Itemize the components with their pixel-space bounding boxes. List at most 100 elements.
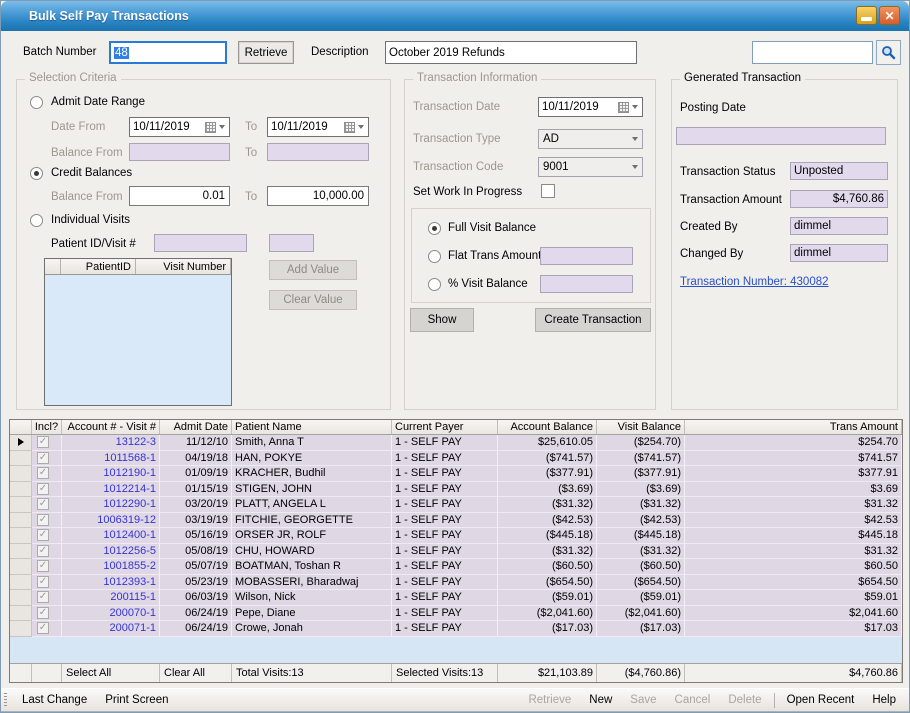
credit-balance-from-field[interactable]: 0.01 [129, 186, 230, 206]
account-visit-link[interactable]: 1012290-1 [62, 497, 160, 513]
transaction-number-link[interactable]: Transaction Number: 430082 [680, 276, 829, 288]
account-visit-link[interactable]: 200071-1 [62, 621, 160, 637]
date-from-field[interactable]: 10/11/2019 [129, 117, 230, 137]
account-visit-link[interactable]: 1012393-1 [62, 575, 160, 591]
table-row[interactable]: ✓1006319-1203/19/19FITCHIE, GEORGETTE1 -… [10, 513, 902, 529]
account-balance-cell: ($741.57) [498, 451, 597, 467]
table-row[interactable]: ✓200071-106/24/19Crowe, Jonah1 - SELF PA… [10, 621, 902, 637]
account-balance-cell: $25,610.05 [498, 435, 597, 451]
row-selector[interactable] [10, 497, 32, 513]
credit-balance-to-field[interactable]: 10,000.00 [267, 186, 369, 206]
table-row[interactable]: ✓1012290-103/20/19PLATT, ANGELA L1 - SEL… [10, 497, 902, 513]
toolbar-item-new[interactable]: New [580, 694, 621, 706]
description-input[interactable]: October 2019 Refunds [385, 41, 637, 64]
minimize-button[interactable] [856, 6, 877, 25]
row-selector[interactable] [10, 590, 32, 606]
flat-trans-amount-radio[interactable] [428, 250, 441, 263]
incl-checkbox[interactable]: ✓ [37, 607, 49, 619]
trans-amount-cell: $3.69 [685, 482, 902, 498]
table-row[interactable]: ✓1012393-105/23/19MOBASSERI, Bharadwaj1 … [10, 575, 902, 591]
account-balance-column-header[interactable]: Account Balance [498, 420, 597, 434]
account-visit-link[interactable]: 1012190-1 [62, 466, 160, 482]
date-to-field[interactable]: 10/11/2019 [267, 117, 369, 137]
table-row[interactable]: ✓1012256-505/08/19CHU, HOWARD1 - SELF PA… [10, 544, 902, 560]
incl-checkbox[interactable]: ✓ [37, 467, 49, 479]
patient-name-cell: Smith, Anna T [232, 435, 392, 451]
incl-checkbox[interactable]: ✓ [37, 483, 49, 495]
credit-balances-radio[interactable] [30, 167, 43, 180]
incl-checkbox[interactable]: ✓ [37, 498, 49, 510]
row-selector[interactable] [10, 466, 32, 482]
search-input[interactable] [752, 41, 873, 64]
trans-amount-column-header[interactable]: Trans Amount [685, 420, 902, 434]
row-selector[interactable] [10, 513, 32, 529]
incl-checkbox[interactable]: ✓ [37, 622, 49, 634]
current-payer-column-header[interactable]: Current Payer [392, 420, 498, 434]
transaction-code-select[interactable]: 9001 [538, 157, 643, 177]
individual-visits-radio[interactable] [30, 214, 43, 227]
admit-date-column-header[interactable]: Admit Date [160, 420, 232, 434]
row-selector[interactable] [10, 544, 32, 560]
row-selector[interactable] [10, 606, 32, 622]
description-label: Description [311, 46, 369, 58]
table-row[interactable]: ✓200115-106/03/19Wilson, Nick1 - SELF PA… [10, 590, 902, 606]
table-row[interactable]: ✓1012214-101/15/19STIGEN, JOHN1 - SELF P… [10, 482, 902, 498]
current-payer-cell: 1 - SELF PAY [392, 482, 498, 498]
row-selector[interactable] [10, 482, 32, 498]
toolbar-item-last-change[interactable]: Last Change [13, 694, 96, 706]
incl-column-header[interactable]: Incl? [32, 420, 62, 434]
table-row[interactable]: ✓13122-311/12/10Smith, Anna T1 - SELF PA… [10, 435, 902, 451]
close-button[interactable]: ✕ [879, 6, 900, 25]
incl-checkbox[interactable]: ✓ [37, 576, 49, 588]
table-row[interactable]: ✓1001855-205/07/19BOATMAN, Toshan R1 - S… [10, 559, 902, 575]
account-visit-link[interactable]: 13122-3 [62, 435, 160, 451]
row-selector[interactable] [10, 528, 32, 544]
set-wip-checkbox[interactable] [541, 184, 555, 198]
changed-by-label: Changed By [680, 248, 743, 260]
incl-checkbox[interactable]: ✓ [37, 529, 49, 541]
row-selector[interactable] [10, 451, 32, 467]
account-visit-link[interactable]: 1006319-12 [62, 513, 160, 529]
transaction-code-label: Transaction Code [413, 161, 503, 173]
account-visit-link[interactable]: 200115-1 [62, 590, 160, 606]
row-selector[interactable] [10, 559, 32, 575]
account-visit-link[interactable]: 200070-1 [62, 606, 160, 622]
row-selector[interactable] [10, 435, 32, 451]
account-visit-link[interactable]: 1011568-1 [62, 451, 160, 467]
account-visit-link[interactable]: 1012214-1 [62, 482, 160, 498]
row-selector[interactable] [10, 575, 32, 591]
incl-checkbox[interactable]: ✓ [37, 545, 49, 557]
account-column-header[interactable]: Account # - Visit # [62, 420, 160, 434]
batch-number-input[interactable]: 48 [109, 41, 227, 64]
account-visit-link[interactable]: 1001855-2 [62, 559, 160, 575]
retrieve-button[interactable]: Retrieve [238, 41, 294, 64]
toolbar-item-print-screen[interactable]: Print Screen [96, 694, 177, 706]
full-visit-balance-radio[interactable] [428, 222, 441, 235]
toolbar-item-open-recent[interactable]: Open Recent [778, 694, 864, 706]
transaction-type-select[interactable]: AD [538, 129, 643, 149]
transaction-date-field[interactable]: 10/11/2019 [538, 97, 643, 117]
account-visit-link[interactable]: 1012256-5 [62, 544, 160, 560]
pct-visit-balance-radio[interactable] [428, 278, 441, 291]
incl-checkbox[interactable]: ✓ [37, 436, 49, 448]
admit-date-cell: 06/03/19 [160, 590, 232, 606]
incl-checkbox[interactable]: ✓ [37, 560, 49, 572]
patient-name-column-header[interactable]: Patient Name [232, 420, 392, 434]
search-button[interactable] [876, 40, 901, 65]
incl-checkbox[interactable]: ✓ [37, 514, 49, 526]
incl-checkbox[interactable]: ✓ [37, 591, 49, 603]
account-visit-link[interactable]: 1012400-1 [62, 528, 160, 544]
incl-checkbox[interactable]: ✓ [37, 452, 49, 464]
clear-all-button[interactable]: Clear All [160, 664, 232, 682]
admit-date-range-radio[interactable] [30, 96, 43, 109]
toolbar-item-help[interactable]: Help [863, 694, 905, 706]
visit-balance-column-header[interactable]: Visit Balance [597, 420, 685, 434]
row-selector[interactable] [10, 621, 32, 637]
table-row[interactable]: ✓200070-106/24/19Pepe, Diane1 - SELF PAY… [10, 606, 902, 622]
create-transaction-button[interactable]: Create Transaction [535, 308, 651, 332]
table-row[interactable]: ✓1012400-105/16/19ORSER JR, ROLF1 - SELF… [10, 528, 902, 544]
select-all-button[interactable]: Select All [62, 664, 160, 682]
show-button[interactable]: Show [410, 308, 474, 332]
table-row[interactable]: ✓1012190-101/09/19KRACHER, Budhil1 - SEL… [10, 466, 902, 482]
table-row[interactable]: ✓1011568-104/19/18HAN, POKYE1 - SELF PAY… [10, 451, 902, 467]
